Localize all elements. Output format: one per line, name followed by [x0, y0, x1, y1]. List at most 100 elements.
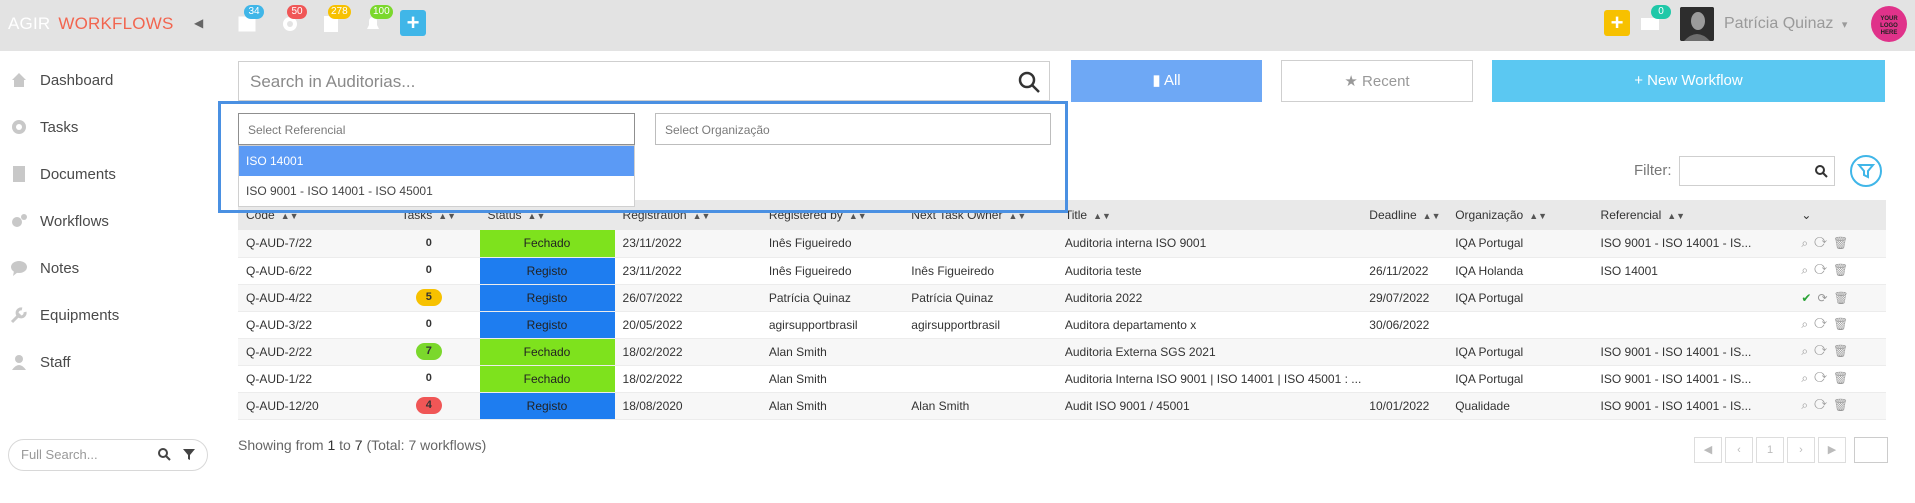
page-size-input[interactable]	[1854, 437, 1888, 463]
user-menu[interactable]: Patrícia Quinaz ▾	[1724, 15, 1847, 33]
full-search-input[interactable]: Full Search...	[8, 439, 208, 471]
cell-tasks: 0	[378, 365, 480, 393]
cell-title[interactable]: Auditoria interna ISO 9001	[1056, 230, 1362, 258]
table-row[interactable]: Q-AUD-1/22 0 Fechado 18/02/2022 Alan Smi…	[238, 365, 1886, 393]
add-button[interactable]: +	[400, 10, 426, 36]
sidebar-item-tasks[interactable]: Tasks	[10, 115, 78, 139]
dropdown-option[interactable]: ISO 14001	[239, 146, 634, 176]
cell-code[interactable]: Q-AUD-3/22	[238, 311, 379, 339]
col-actions[interactable]: ⌄	[1763, 200, 1886, 230]
trash-icon[interactable]: 🗑	[1833, 317, 1854, 331]
trash-icon[interactable]: 🗑	[1833, 398, 1854, 412]
refresh-icon[interactable]: ⟳	[1814, 317, 1833, 331]
search-icon[interactable]: ⌕	[1801, 371, 1814, 385]
select-organizacao[interactable]: Select Organização	[655, 113, 1051, 145]
sidebar-item-label: Tasks	[40, 118, 79, 136]
chevron-down-icon: ⌄	[1801, 208, 1812, 222]
cell-code[interactable]: Q-AUD-12/20	[238, 392, 379, 420]
sidebar-item-label: Staff	[40, 353, 71, 371]
trash-icon[interactable]: 🗑	[1833, 344, 1854, 358]
cell-next-owner: Alan Smith	[903, 392, 1057, 420]
cell-title[interactable]: Auditoria Interna ISO 9001 | ISO 14001 |…	[1056, 365, 1362, 393]
search-icon[interactable]: ⌕	[1801, 398, 1814, 412]
status-badge: Fechado	[479, 230, 615, 258]
search-icon[interactable]: ⌕	[1801, 344, 1814, 358]
search-icon[interactable]: ⌕	[1801, 317, 1814, 331]
refresh-icon[interactable]: ⟳	[1814, 236, 1833, 250]
search-icon[interactable]: ⌕	[1801, 236, 1814, 250]
table-row[interactable]: Q-AUD-12/20 4 Registo 18/08/2020 Alan Sm…	[238, 392, 1886, 420]
search-icon[interactable]	[1814, 164, 1828, 183]
calendar-icon[interactable]: 34	[236, 5, 264, 34]
brand-logo[interactable]: AGIR WORKFLOWS	[8, 14, 174, 34]
filter-input[interactable]	[1679, 156, 1835, 186]
filter-icon[interactable]	[182, 447, 196, 464]
last-page-button[interactable]: ▶	[1818, 437, 1846, 463]
settings-icon[interactable]: 50	[279, 5, 307, 34]
prev-page-button[interactable]: ‹	[1725, 437, 1753, 463]
refresh-icon[interactable]: ⟳	[1814, 344, 1833, 358]
row-actions: ⌕⟳🗑	[1763, 257, 1886, 285]
cell-code[interactable]: Q-AUD-4/22	[238, 284, 379, 312]
refresh-icon[interactable]: ⟳	[1814, 371, 1833, 385]
table-row[interactable]: Q-AUD-7/22 0 Fechado 23/11/2022 Inês Fig…	[238, 230, 1886, 258]
table-row[interactable]: Q-AUD-3/22 0 Registo 20/05/2022 agirsupp…	[238, 311, 1886, 339]
search-input[interactable]: Search in Auditorias...	[238, 61, 1050, 101]
cell-code[interactable]: Q-AUD-1/22	[238, 365, 379, 393]
search-icon[interactable]: ⌕	[1801, 263, 1814, 277]
cell-code[interactable]: Q-AUD-2/22	[238, 338, 379, 366]
all-button[interactable]: ▮ All	[1071, 60, 1262, 102]
col-organizacao[interactable]: Organização ▲▼	[1447, 200, 1592, 230]
refresh-icon[interactable]: ⟳	[1817, 291, 1833, 305]
trash-icon[interactable]: 🗑	[1833, 236, 1854, 250]
cell-next-owner	[903, 230, 1057, 258]
col-referencial[interactable]: Referencial ▲▼	[1593, 200, 1764, 230]
check-icon[interactable]: ✔	[1801, 291, 1817, 305]
first-page-button[interactable]: ◀	[1694, 437, 1722, 463]
refresh-icon[interactable]: ⟳	[1814, 398, 1833, 412]
current-page[interactable]: 1	[1756, 437, 1784, 463]
trash-icon[interactable]: 🗑	[1833, 371, 1854, 385]
cell-title[interactable]: Auditora departamento x	[1056, 311, 1362, 339]
cell-organizacao: IQA Portugal	[1447, 365, 1593, 393]
table-row[interactable]: Q-AUD-4/22 5 Registo 26/07/2022 Patrícia…	[238, 284, 1886, 312]
files-icon[interactable]: 278	[320, 5, 351, 34]
sidebar-item-workflows[interactable]: Workflows	[10, 209, 109, 233]
cell-title[interactable]: Audit ISO 9001 / 45001	[1056, 392, 1362, 420]
trash-icon[interactable]: 🗑	[1834, 291, 1855, 305]
cell-registration: 18/08/2020	[614, 392, 761, 420]
col-title[interactable]: Title ▲▼	[1057, 200, 1361, 230]
sidebar-item-documents[interactable]: Documents	[10, 162, 116, 186]
search-icon[interactable]	[1017, 70, 1041, 99]
next-page-button[interactable]: ›	[1787, 437, 1815, 463]
refresh-icon[interactable]: ⟳	[1814, 263, 1833, 277]
cell-title[interactable]: Auditoria teste	[1056, 257, 1362, 285]
sidebar-item-label: Dashboard	[40, 71, 114, 89]
quick-add-button[interactable]: +	[1604, 10, 1630, 36]
cell-deadline	[1361, 365, 1448, 393]
cell-code[interactable]: Q-AUD-6/22	[238, 257, 379, 285]
search-icon[interactable]	[157, 447, 171, 464]
all-button-label: All	[1163, 72, 1181, 89]
trash-icon[interactable]: 🗑	[1833, 263, 1854, 277]
advanced-filter-button[interactable]	[1850, 155, 1882, 187]
col-deadline[interactable]: Deadline ▲▼	[1361, 200, 1447, 230]
sidebar-item-staff[interactable]: Staff	[10, 350, 71, 374]
new-workflow-button[interactable]: + New Workflow	[1492, 60, 1885, 102]
dropdown-option[interactable]: ISO 9001 - ISO 14001 - ISO 45001	[239, 176, 634, 206]
cell-code[interactable]: Q-AUD-7/22	[238, 230, 379, 258]
avatar[interactable]	[1680, 7, 1714, 41]
cell-title[interactable]: Auditoria 2022	[1056, 284, 1362, 312]
sidebar-item-label: Workflows	[40, 212, 109, 230]
select-referencial[interactable]: Select Referencial	[238, 113, 635, 145]
cell-title[interactable]: Auditoria Externa SGS 2021	[1056, 338, 1362, 366]
table-row[interactable]: Q-AUD-2/22 7 Fechado 18/02/2022 Alan Smi…	[238, 338, 1886, 366]
sidebar-item-equipments[interactable]: Equipments	[10, 303, 119, 327]
sidebar-item-dashboard[interactable]: Dashboard	[10, 68, 113, 92]
recent-button[interactable]: ★ Recent	[1281, 60, 1473, 102]
bell-icon[interactable]: 100	[362, 5, 393, 34]
table-row[interactable]: Q-AUD-6/22 0 Registo 23/11/2022 Inês Fig…	[238, 257, 1886, 285]
sidebar-item-notes[interactable]: Notes	[10, 256, 79, 280]
sidebar-toggle-icon[interactable]: ◀	[194, 16, 203, 30]
messages-icon[interactable]: 0	[1639, 5, 1671, 34]
